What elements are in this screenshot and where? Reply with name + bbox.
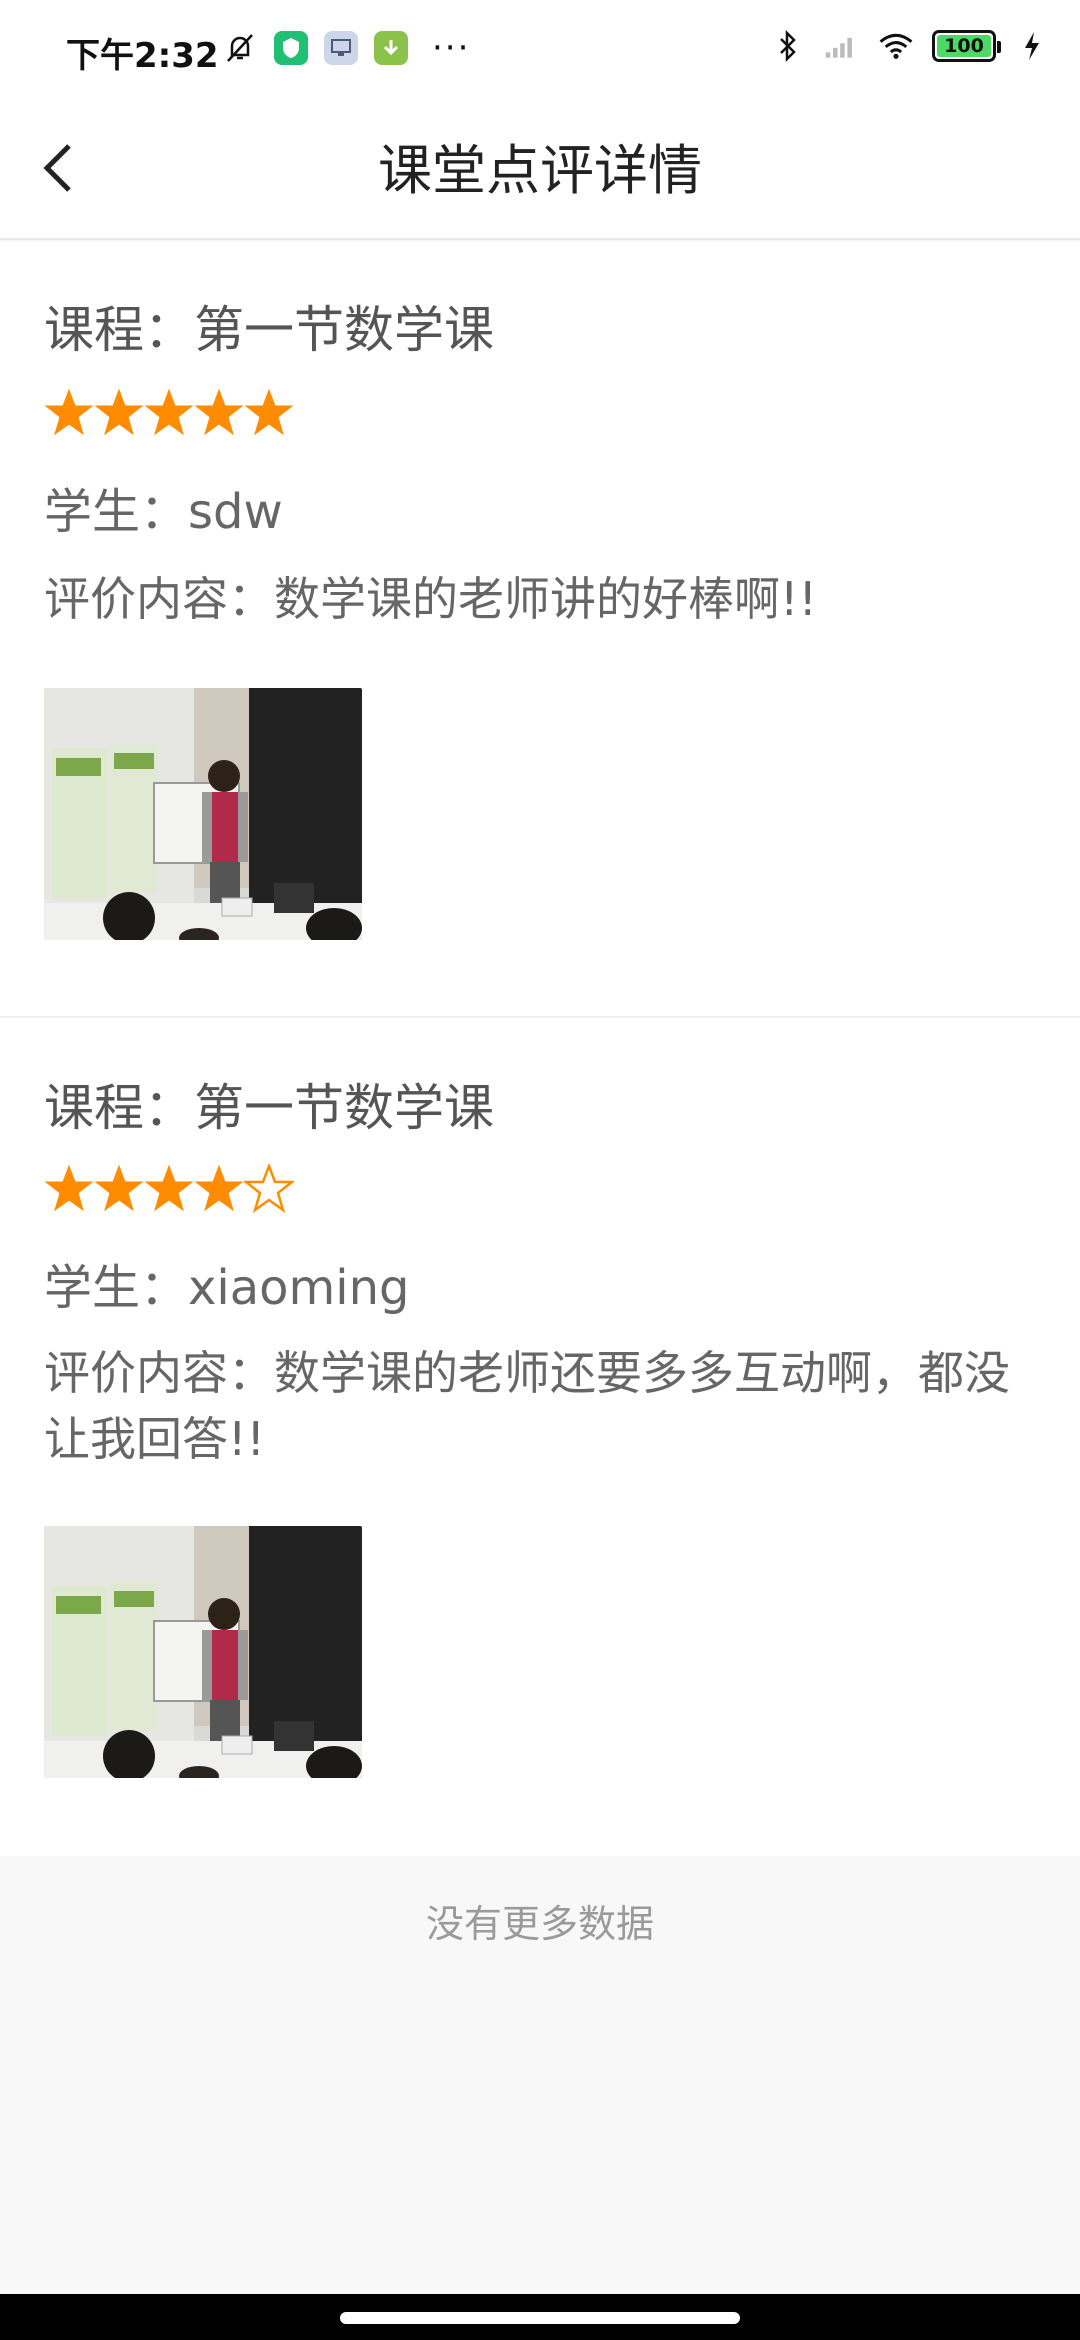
battery-icon: 100 [932, 30, 1001, 62]
rating-stars [44, 388, 294, 438]
star-filled-icon [144, 388, 194, 438]
star-filled-icon [194, 388, 244, 438]
course-name: 课程：第一节数学课 [44, 1079, 494, 1137]
review-comment: 评价内容：数学课的老师还要多多互动啊，都没让我回答!! [44, 1346, 1010, 1466]
wifi-icon [878, 28, 914, 64]
student-name: 学生：xiaoming [44, 1260, 410, 1316]
page-title: 课堂点评详情 [378, 139, 702, 202]
more-dots-icon: ··· [432, 28, 471, 68]
star-empty-icon [242, 1162, 296, 1214]
course-name: 课程：第一节数学课 [44, 301, 494, 359]
star-filled-icon [94, 388, 144, 438]
battery-level: 100 [944, 35, 984, 57]
home-indicator[interactable] [340, 2312, 740, 2324]
star-filled-icon [144, 1164, 194, 1214]
star-filled-icon [44, 1164, 94, 1214]
bluetooth-icon [770, 28, 806, 64]
no-more-data-footer: 没有更多数据 [425, 1901, 654, 1946]
status-bar: 下午2:32 ··· 100 [0, 0, 1080, 96]
screen-app-icon [324, 31, 358, 65]
shield-app-icon [274, 31, 308, 65]
charging-icon [1014, 28, 1050, 64]
star-filled-icon [44, 388, 94, 438]
status-time: 下午2:32 [66, 36, 219, 76]
student-name: 学生：sdw [44, 484, 283, 540]
star-filled-icon [94, 1164, 144, 1214]
mute-bell-icon [222, 30, 258, 66]
signal-icon [824, 28, 860, 64]
star-filled-icon [194, 1164, 244, 1214]
review-comment: 评价内容：数学课的老师讲的好棒啊!! [44, 572, 817, 626]
star-filled-icon [244, 388, 294, 438]
review-card[interactable]: 课程：第一节数学课 学生：xiaoming 评价内容：数学课的老师还要多多互动啊… [0, 1016, 1080, 1856]
classroom-photo[interactable] [44, 688, 362, 940]
classroom-photo[interactable] [44, 1526, 362, 1778]
download-app-icon [374, 31, 408, 65]
rating-stars [44, 1162, 296, 1214]
header: 课堂点评详情 [0, 96, 1080, 240]
review-card[interactable]: 课程：第一节数学课 学生：sdw 评价内容：数学课的老师讲的好棒啊!! [0, 242, 1080, 1016]
review-list: 课程：第一节数学课 学生：sdw 评价内容：数学课的老师讲的好棒啊!! 课程：第… [0, 242, 1080, 1856]
